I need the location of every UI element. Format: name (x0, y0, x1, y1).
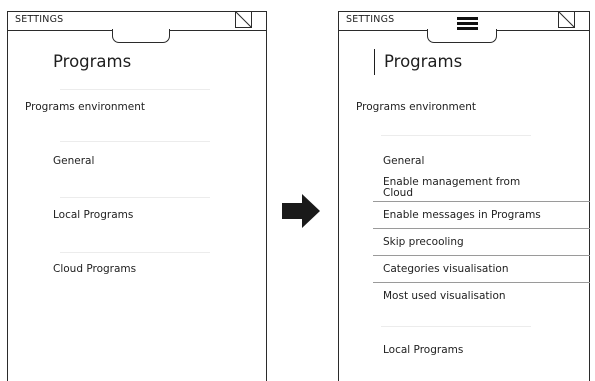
list-item-general[interactable]: General (383, 155, 424, 167)
divider (60, 252, 210, 253)
settings-screen-before: SETTINGS Programs Programs environment G… (7, 11, 267, 381)
list-item-programs-environment[interactable]: Programs environment (356, 101, 476, 113)
hamburger-menu-icon[interactable] (457, 17, 478, 30)
settings-screen-after: SETTINGS Programs Programs environment G… (338, 11, 590, 381)
divider (60, 197, 210, 198)
list-item-cloud-programs[interactable]: Cloud Programs (53, 263, 136, 275)
top-tab-notch[interactable] (427, 29, 497, 43)
list-item-categories-visualisation[interactable]: Categories visualisation (383, 263, 508, 275)
divider (373, 282, 590, 283)
divider (381, 135, 531, 136)
list-item-most-used-visualisation[interactable]: Most used visualisation (383, 290, 506, 302)
settings-header-title: SETTINGS (346, 14, 395, 25)
divider (60, 141, 210, 142)
close-x-icon[interactable] (235, 11, 252, 28)
list-item-local-programs[interactable]: Local Programs (383, 344, 463, 356)
divider (373, 255, 590, 256)
list-item-enable-management-cloud[interactable]: Enable management from Cloud (383, 177, 533, 199)
arrow-right-icon (282, 194, 320, 228)
page-title: Programs (53, 52, 132, 71)
list-item-local-programs[interactable]: Local Programs (53, 209, 133, 221)
close-x-icon[interactable] (558, 11, 575, 28)
list-item-enable-messages[interactable]: Enable messages in Programs (383, 209, 541, 221)
top-tab-notch[interactable] (112, 29, 170, 43)
divider (373, 228, 590, 229)
list-item-programs-environment[interactable]: Programs environment (25, 101, 145, 113)
page-title: Programs (384, 52, 463, 71)
list-item-skip-precooling[interactable]: Skip precooling (383, 236, 464, 248)
text-cursor (374, 49, 375, 75)
divider (373, 201, 590, 202)
list-item-general[interactable]: General (53, 155, 94, 167)
settings-header-title: SETTINGS (15, 14, 64, 25)
divider (60, 89, 210, 90)
divider (381, 326, 531, 327)
